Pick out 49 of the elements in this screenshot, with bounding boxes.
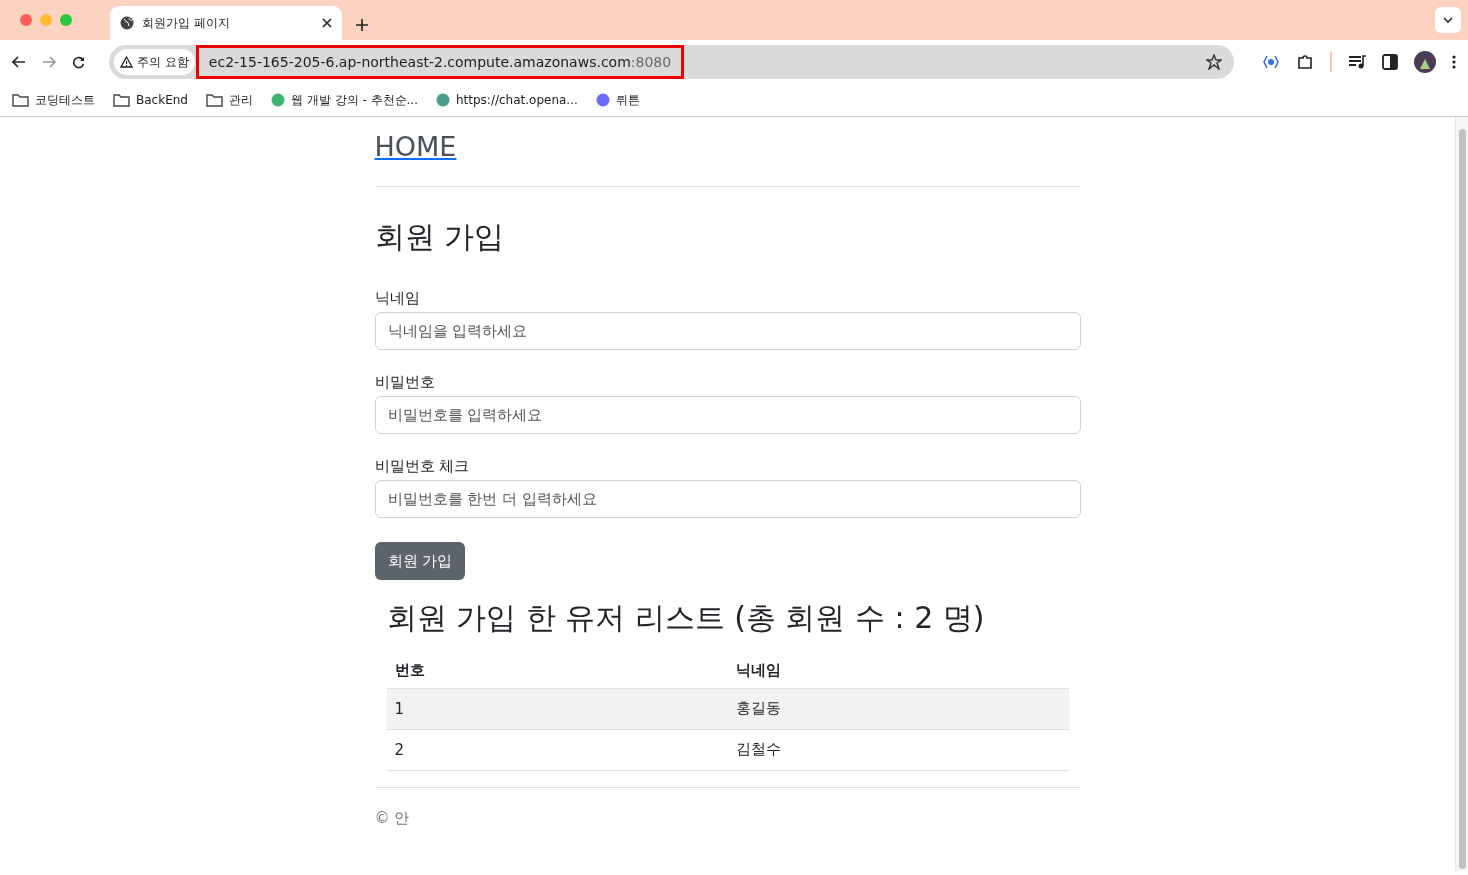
close-icon[interactable]	[322, 18, 332, 28]
input-field[interactable]: 비밀번호를 입력하세요	[374, 396, 1081, 434]
star-icon[interactable]	[1206, 54, 1222, 70]
security-warning-chip[interactable]: 주의 요함	[114, 49, 195, 75]
reload-icon[interactable]	[72, 55, 85, 69]
forward-arrow-icon[interactable]	[42, 56, 56, 68]
input-field[interactable]: 닉네임을 입력하세요	[374, 312, 1081, 350]
side-panel-icon[interactable]	[1382, 54, 1398, 70]
scrollbar-thumb[interactable]	[1458, 129, 1466, 869]
footer-text: © 안	[374, 809, 410, 827]
page-title: 회원 가입	[374, 218, 506, 256]
home-link[interactable]: HOME	[374, 131, 457, 162]
column-header: 닉네임	[727, 653, 1069, 689]
bookmark-label: 관리	[228, 91, 253, 109]
browser-tab[interactable]: 회원가입 페이지	[110, 6, 342, 40]
tab-list-button[interactable]	[1435, 7, 1461, 33]
signup-button[interactable]: 회원 가입	[374, 542, 466, 580]
table-cell: 2	[386, 729, 728, 771]
bookmark-label: 코딩테스트	[35, 91, 95, 109]
table-cell: 김철수	[727, 729, 1069, 771]
back-arrow-icon[interactable]	[12, 56, 26, 68]
bookmark[interactable]: 관리	[205, 91, 253, 109]
table-cell: 1	[386, 688, 728, 730]
list-title: 회원 가입 한 유저 리스트 (총 회원 수 : 2 명)	[386, 599, 986, 637]
new-tab-icon[interactable]	[356, 19, 368, 31]
folder-icon	[12, 93, 29, 107]
globe-icon	[120, 16, 134, 30]
media-queue-icon[interactable]	[1348, 54, 1366, 70]
puzzle-icon[interactable]	[1296, 53, 1314, 71]
bookmark[interactable]: 뤼튼	[595, 91, 640, 109]
url-text: ec2-15-165-205-6.ap-northeast-2.compute.amazonaws.com:8080	[198, 48, 682, 76]
field-label: 비밀번호 체크	[374, 457, 470, 476]
field-label: 비밀번호	[374, 373, 435, 392]
table-cell: 홍길동	[727, 688, 1069, 730]
bookmark[interactable]: 코딩테스트	[12, 91, 95, 109]
folder-icon	[113, 93, 130, 107]
bookmark[interactable]: BackEnd	[113, 93, 188, 107]
extension-icon[interactable]	[1262, 55, 1280, 69]
menu-icon[interactable]	[1452, 55, 1456, 69]
input-field[interactable]: 비밀번호를 한번 더 입력하세요	[374, 480, 1081, 518]
avatar-icon[interactable]	[1414, 51, 1436, 73]
address-bar[interactable]: 주의 요함 ec2-15-165-205-6.ap-northeast-2.compute.amazonaws.com:8080	[109, 45, 1234, 79]
column-header: 번호	[386, 653, 728, 689]
warning-triangle-icon	[120, 56, 133, 68]
bookmark-label: BackEnd	[136, 93, 188, 107]
field-label: 닉네임	[374, 289, 420, 308]
bookmark-label: 뤼튼	[615, 91, 640, 109]
chevron-down-icon	[1443, 17, 1453, 23]
folder-icon	[205, 93, 223, 107]
